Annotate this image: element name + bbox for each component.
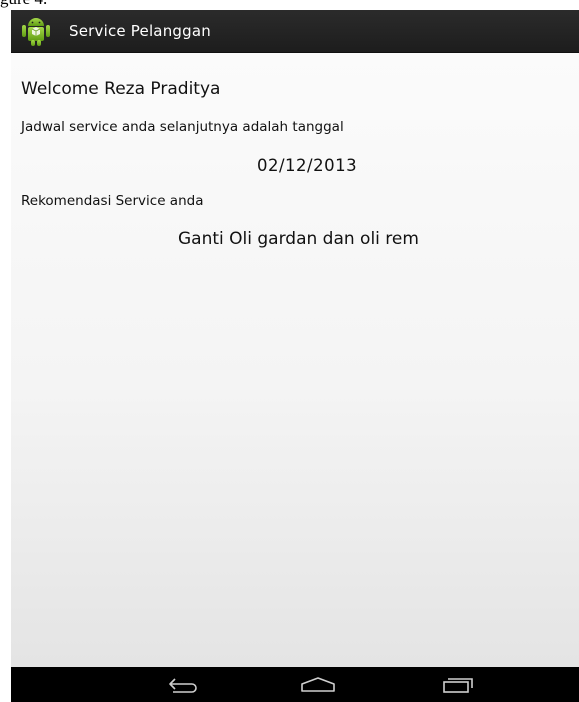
main-content: Welcome Reza Praditya Jadwal service and… — [11, 53, 579, 667]
back-button[interactable] — [161, 673, 205, 697]
welcome-text: Welcome Reza Praditya — [21, 79, 221, 99]
home-button[interactable] — [296, 673, 340, 697]
schedule-label: Jadwal service anda selanjutnya adalah t… — [21, 119, 344, 135]
recommendation-value: Ganti Oli gardan dan oli rem — [178, 229, 419, 249]
recents-button[interactable] — [436, 673, 480, 697]
action-bar: Service Pelanggan — [11, 10, 579, 53]
schedule-date: 02/12/2013 — [257, 156, 358, 175]
navigation-bar — [11, 667, 579, 702]
back-icon — [169, 678, 197, 693]
android-screen: Service Pelanggan Welcome Reza Praditya … — [11, 10, 579, 702]
document-caption-fragment: gure 4. — [0, 0, 579, 10]
home-icon — [301, 677, 335, 692]
recommendation-label: Rekomendasi Service anda — [21, 193, 204, 209]
android-robot-icon — [22, 18, 50, 46]
app-title: Service Pelanggan — [69, 22, 211, 40]
recents-icon — [443, 678, 473, 693]
